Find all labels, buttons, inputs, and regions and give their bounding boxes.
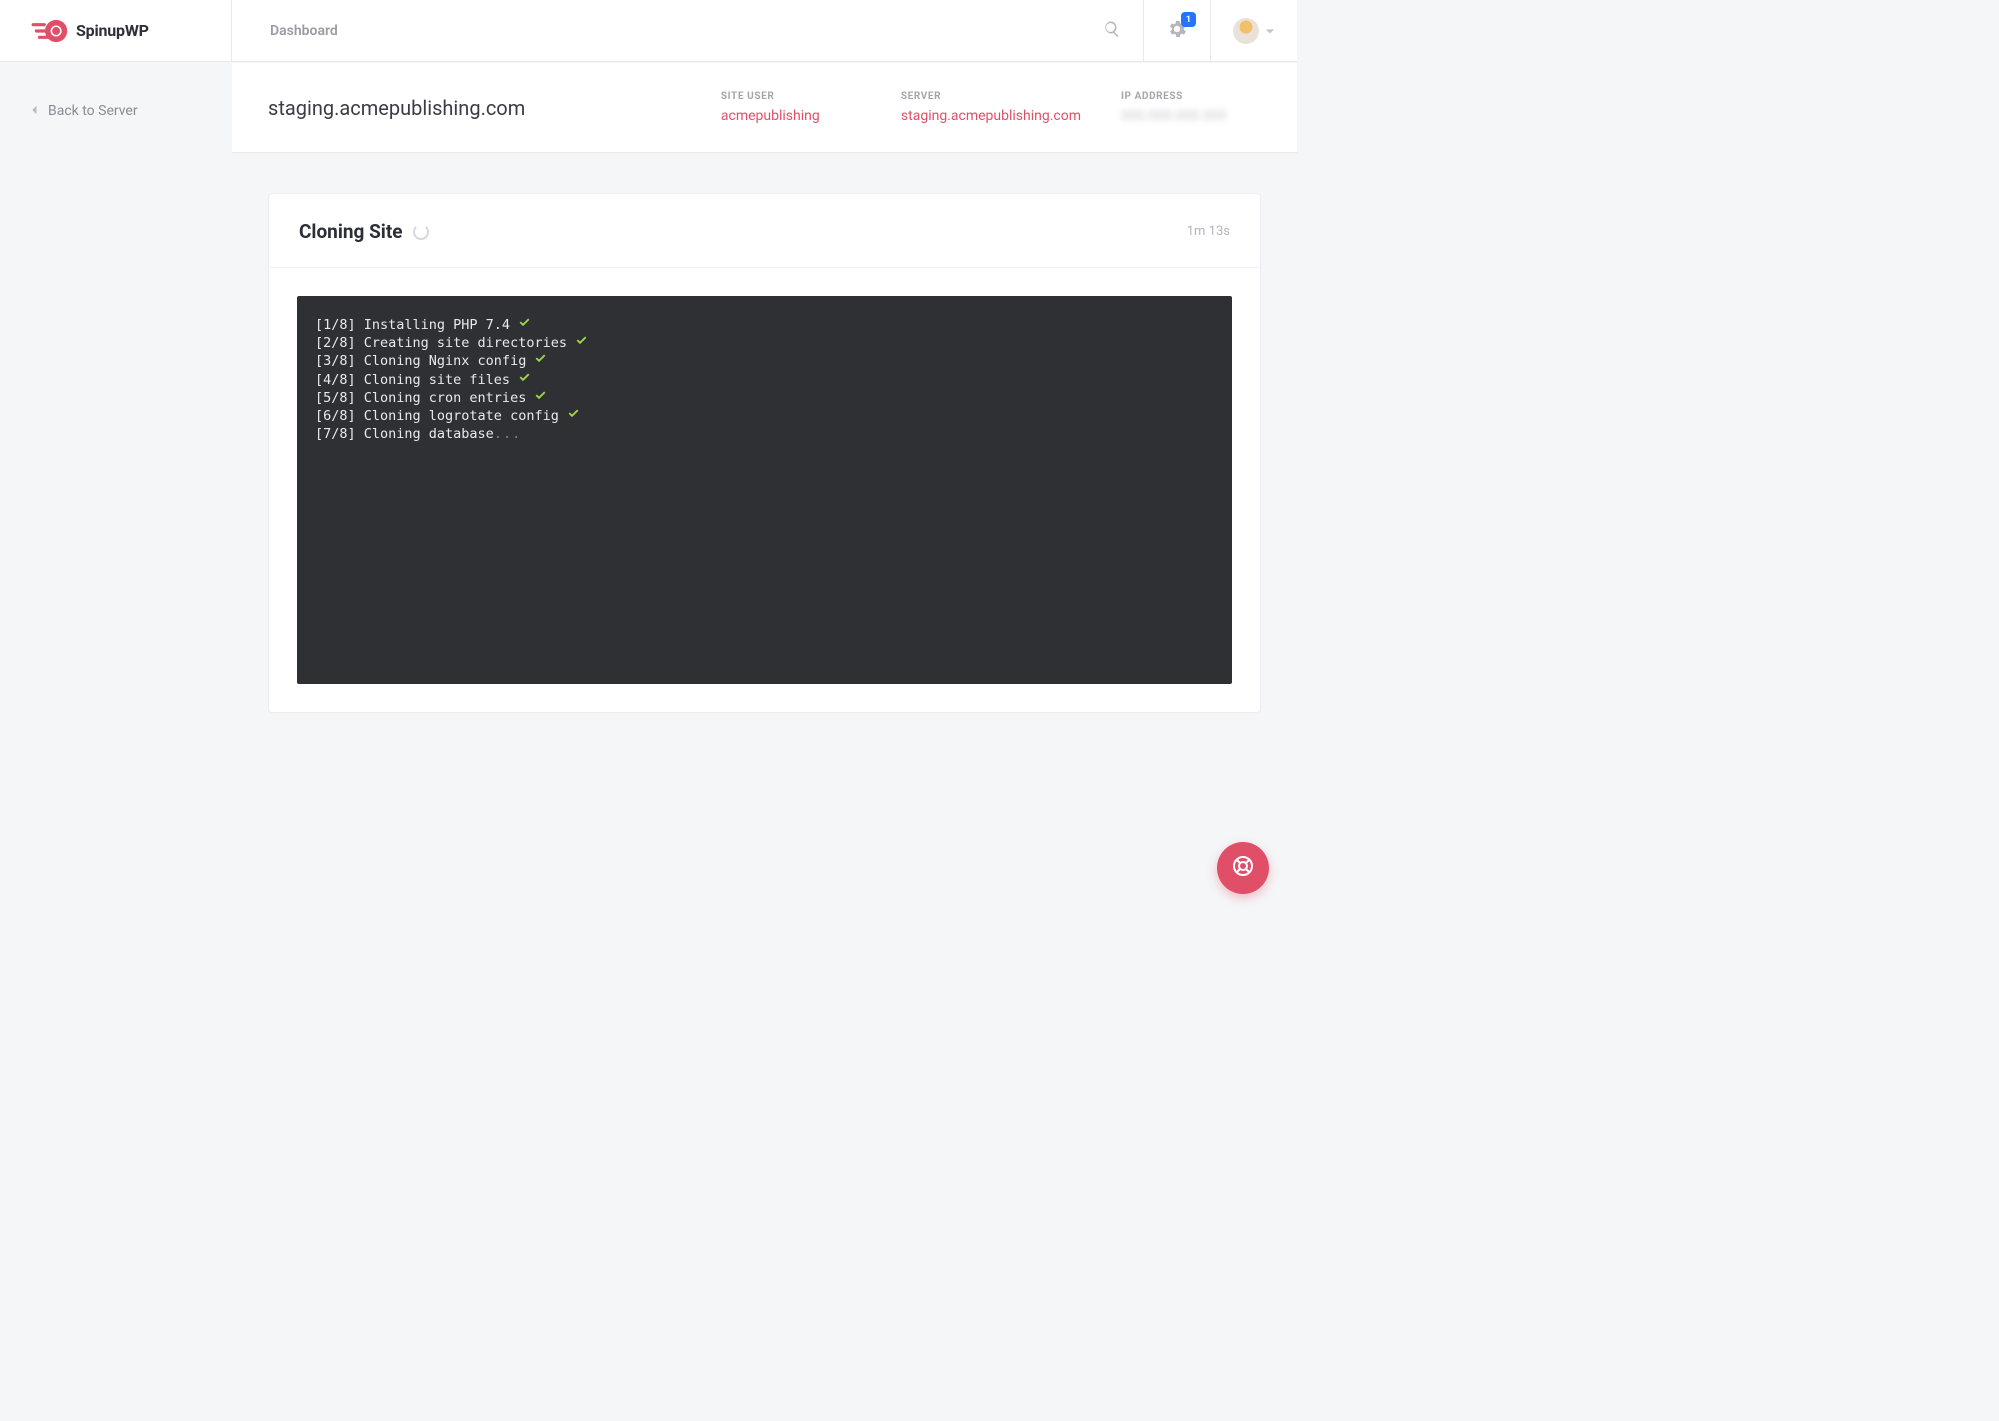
card-title: Cloning Site	[299, 220, 403, 243]
card-body: [1/8] Installing PHP 7.4[2/8] Creating s…	[269, 268, 1260, 712]
ip-group: IP ADDRESS 000.000.000.000	[1121, 91, 1261, 124]
search-button[interactable]	[1081, 0, 1143, 61]
spinner-icon	[413, 224, 429, 240]
elapsed-time: 1m 13s	[1187, 224, 1230, 239]
terminal-output: [1/8] Installing PHP 7.4[2/8] Creating s…	[297, 296, 1232, 684]
check-icon	[518, 316, 531, 334]
terminal-step-text: [2/8] Creating site directories	[315, 334, 567, 352]
cloning-card: Cloning Site 1m 13s [1/8] Installing PHP…	[268, 193, 1261, 713]
chevron-down-icon	[1265, 21, 1275, 40]
server-label: SERVER	[901, 91, 1081, 102]
site-user-group: SITE USER acmepublishing	[721, 91, 861, 124]
terminal-step-text: [5/8] Cloning cron entries	[315, 389, 526, 407]
terminal-step-text: [1/8] Installing PHP 7.4	[315, 316, 510, 334]
logo-text: SpinupWP	[76, 21, 149, 40]
site-domain: staging.acmepublishing.com	[268, 96, 681, 120]
site-user-value[interactable]: acmepublishing	[721, 108, 861, 124]
terminal-step-text: [7/8] Cloning database	[315, 425, 494, 443]
back-link-label: Back to Server	[48, 103, 138, 119]
ip-label: IP ADDRESS	[1121, 91, 1261, 102]
primary-nav: Dashboard	[232, 0, 1081, 61]
site-user-label: SITE USER	[721, 91, 861, 102]
check-icon	[567, 407, 580, 425]
user-menu[interactable]	[1210, 0, 1297, 61]
help-button[interactable]	[1217, 842, 1269, 894]
avatar-icon	[1233, 18, 1259, 44]
back-to-server-link[interactable]: Back to Server	[30, 103, 202, 119]
terminal-line: [6/8] Cloning logrotate config	[315, 407, 1214, 425]
logo-mark-icon	[30, 19, 68, 43]
terminal-step-text: [6/8] Cloning logrotate config	[315, 407, 559, 425]
nav-dashboard[interactable]: Dashboard	[270, 23, 338, 39]
check-icon	[518, 371, 531, 389]
terminal-line: [1/8] Installing PHP 7.4	[315, 316, 1214, 334]
server-group: SERVER staging.acmepublishing.com	[901, 91, 1081, 124]
terminal-step-text: [3/8] Cloning Nginx config	[315, 352, 526, 370]
terminal-line: [2/8] Creating site directories	[315, 334, 1214, 352]
search-icon	[1103, 20, 1121, 42]
terminal-line: [7/8] Cloning database...	[315, 425, 1214, 443]
server-value[interactable]: staging.acmepublishing.com	[901, 108, 1081, 124]
chevron-left-icon	[30, 103, 38, 119]
logo[interactable]: SpinupWP	[0, 0, 232, 61]
check-icon	[534, 352, 547, 370]
terminal-line: [3/8] Cloning Nginx config	[315, 352, 1214, 370]
lifesaver-icon	[1231, 854, 1255, 882]
check-icon	[575, 334, 588, 352]
card-header: Cloning Site 1m 13s	[269, 194, 1260, 268]
settings-button[interactable]: 1	[1143, 0, 1210, 61]
check-icon	[534, 389, 547, 407]
ip-value: 000.000.000.000	[1121, 108, 1261, 124]
topbar-actions: 1	[1081, 0, 1297, 61]
terminal-step-text: [4/8] Cloning site files	[315, 371, 510, 389]
pending-dots: ...	[494, 425, 521, 443]
site-info-bar: staging.acmepublishing.com SITE USER acm…	[232, 63, 1297, 153]
terminal-line: [4/8] Cloning site files	[315, 371, 1214, 389]
sidebar: Back to Server	[0, 63, 232, 922]
notification-badge: 1	[1181, 12, 1196, 27]
terminal-line: [5/8] Cloning cron entries	[315, 389, 1214, 407]
main-content: staging.acmepublishing.com SITE USER acm…	[232, 63, 1297, 922]
top-bar: SpinupWP Dashboard 1	[0, 0, 1297, 62]
